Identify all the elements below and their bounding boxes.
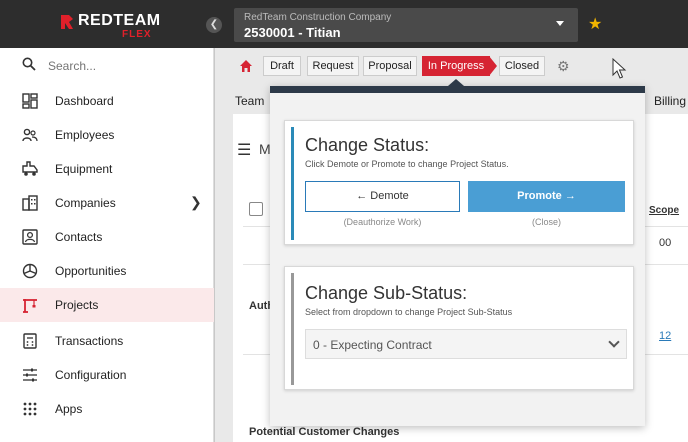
change-status-subtitle: Click Demote or Promote to change Projec… (305, 159, 509, 169)
sidebar-search (0, 48, 214, 84)
popup-pointer (448, 79, 464, 86)
chevron-down-icon (608, 336, 620, 348)
status-step-draft[interactable]: Draft (263, 56, 301, 76)
sidebar-item-equipment[interactable]: Equipment (0, 152, 214, 186)
sidebar-item-contacts[interactable]: Contacts (0, 220, 214, 254)
company-name: RedTeam Construction Company (244, 12, 392, 23)
change-substatus-card: Change Sub-Status: Select from dropdown … (284, 266, 634, 390)
sidebar-item-label: Equipment (55, 162, 113, 176)
sidebar: Dashboard Employees Equipment Companies … (0, 48, 214, 442)
change-status-popup: Change Status: Click Demote or Promote t… (270, 79, 645, 426)
sidebar-item-configuration[interactable]: Configuration (0, 358, 214, 392)
caret-down-icon (556, 21, 564, 26)
count-link[interactable]: 12 (659, 330, 671, 342)
promote-note: (Close) (531, 217, 561, 227)
change-status-title: Change Status: (305, 135, 430, 155)
sidebar-item-opportunities[interactable]: Opportunities (0, 254, 214, 288)
sidebar-item-dashboard[interactable]: Dashboard (0, 84, 214, 118)
status-step-request[interactable]: Request (307, 56, 359, 76)
sidebar-item-label: Transactions (55, 334, 124, 348)
chevron-right-icon: ❯ (190, 194, 202, 210)
sidebar-item-label: Dashboard (55, 94, 114, 108)
tab-billing[interactable]: Billing (654, 94, 686, 108)
sidebar-item-label: Opportunities (55, 264, 127, 278)
sliders-icon (23, 368, 37, 382)
change-status-card: Change Status: Click Demote or Promote t… (284, 120, 634, 245)
search-input[interactable] (48, 56, 198, 76)
status-step-closed[interactable]: Closed (499, 56, 545, 76)
sidebar-item-companies[interactable]: Companies ❯ (0, 186, 214, 220)
favorite-star-icon[interactable]: ★ (588, 14, 602, 34)
project-selector[interactable]: RedTeam Construction Company 2530001 - T… (234, 8, 578, 42)
promote-button[interactable]: Promote → (468, 181, 625, 212)
mouse-cursor-icon (612, 58, 627, 79)
project-name: 2530001 - Titian (244, 25, 341, 40)
sidebar-item-label: Projects (55, 298, 99, 312)
sidebar-item-employees[interactable]: Employees (0, 118, 214, 152)
card-accent-bar (291, 127, 294, 240)
hamburger-menu-icon[interactable]: ☰ (237, 140, 251, 160)
change-substatus-title: Change Sub-Status: (305, 283, 468, 303)
contact-card-icon (22, 229, 38, 245)
crane-icon (23, 299, 37, 313)
demote-button[interactable]: ← Demote (305, 181, 460, 212)
tab-team[interactable]: Team (235, 94, 264, 108)
logo-sub-text: FLEX (122, 29, 152, 40)
scope-column-header[interactable]: Scope (649, 205, 679, 216)
building-icon (22, 195, 38, 211)
sidebar-item-transactions[interactable]: Transactions (0, 324, 214, 358)
logo-text: REDTEAM (78, 12, 161, 29)
sidebar-item-label: Companies (55, 196, 116, 210)
section-title-fragment: M (259, 141, 271, 157)
substatus-selected-value: 0 - Expecting Contract (313, 338, 432, 352)
status-step-in-progress[interactable]: In Progress (422, 56, 497, 76)
status-step-proposal[interactable]: Proposal (363, 56, 417, 76)
change-substatus-subtitle: Select from dropdown to change Project S… (305, 307, 513, 317)
gear-icon[interactable]: ⚙ (557, 58, 570, 75)
scope-value: 00 (659, 237, 672, 249)
collapse-sidebar-button[interactable]: ❮ (206, 17, 222, 33)
sidebar-item-projects[interactable]: Projects (0, 288, 214, 322)
calculator-icon (23, 333, 37, 349)
logo-mark-icon (61, 15, 73, 29)
sidebar-item-label: Configuration (55, 368, 127, 382)
chevron-left-icon: ❮ (209, 19, 219, 30)
popup-header-bar (270, 86, 645, 93)
home-icon[interactable] (239, 59, 253, 73)
potential-changes-heading: Potential Customer Changes (249, 426, 400, 438)
top-bar: REDTEAM FLEX ❮ RedTeam Construction Comp… (0, 0, 688, 48)
pie-icon (22, 263, 38, 279)
dashboard-icon (22, 93, 38, 109)
truck-icon (22, 161, 38, 176)
sidebar-item-label: Contacts (55, 230, 103, 244)
substatus-dropdown[interactable]: 0 - Expecting Contract (305, 329, 627, 359)
app-logo[interactable]: REDTEAM FLEX (60, 12, 190, 40)
sidebar-item-apps[interactable]: Apps (0, 392, 214, 426)
sidebar-item-label: Apps (55, 402, 83, 416)
people-icon (22, 128, 38, 142)
sidebar-item-label: Employees (55, 128, 115, 142)
demote-note: (Deauthorize Work) (343, 217, 422, 227)
grid-icon (23, 402, 37, 416)
select-all-checkbox[interactable] (249, 202, 263, 216)
card-accent-bar (291, 273, 294, 385)
search-icon (22, 57, 36, 71)
